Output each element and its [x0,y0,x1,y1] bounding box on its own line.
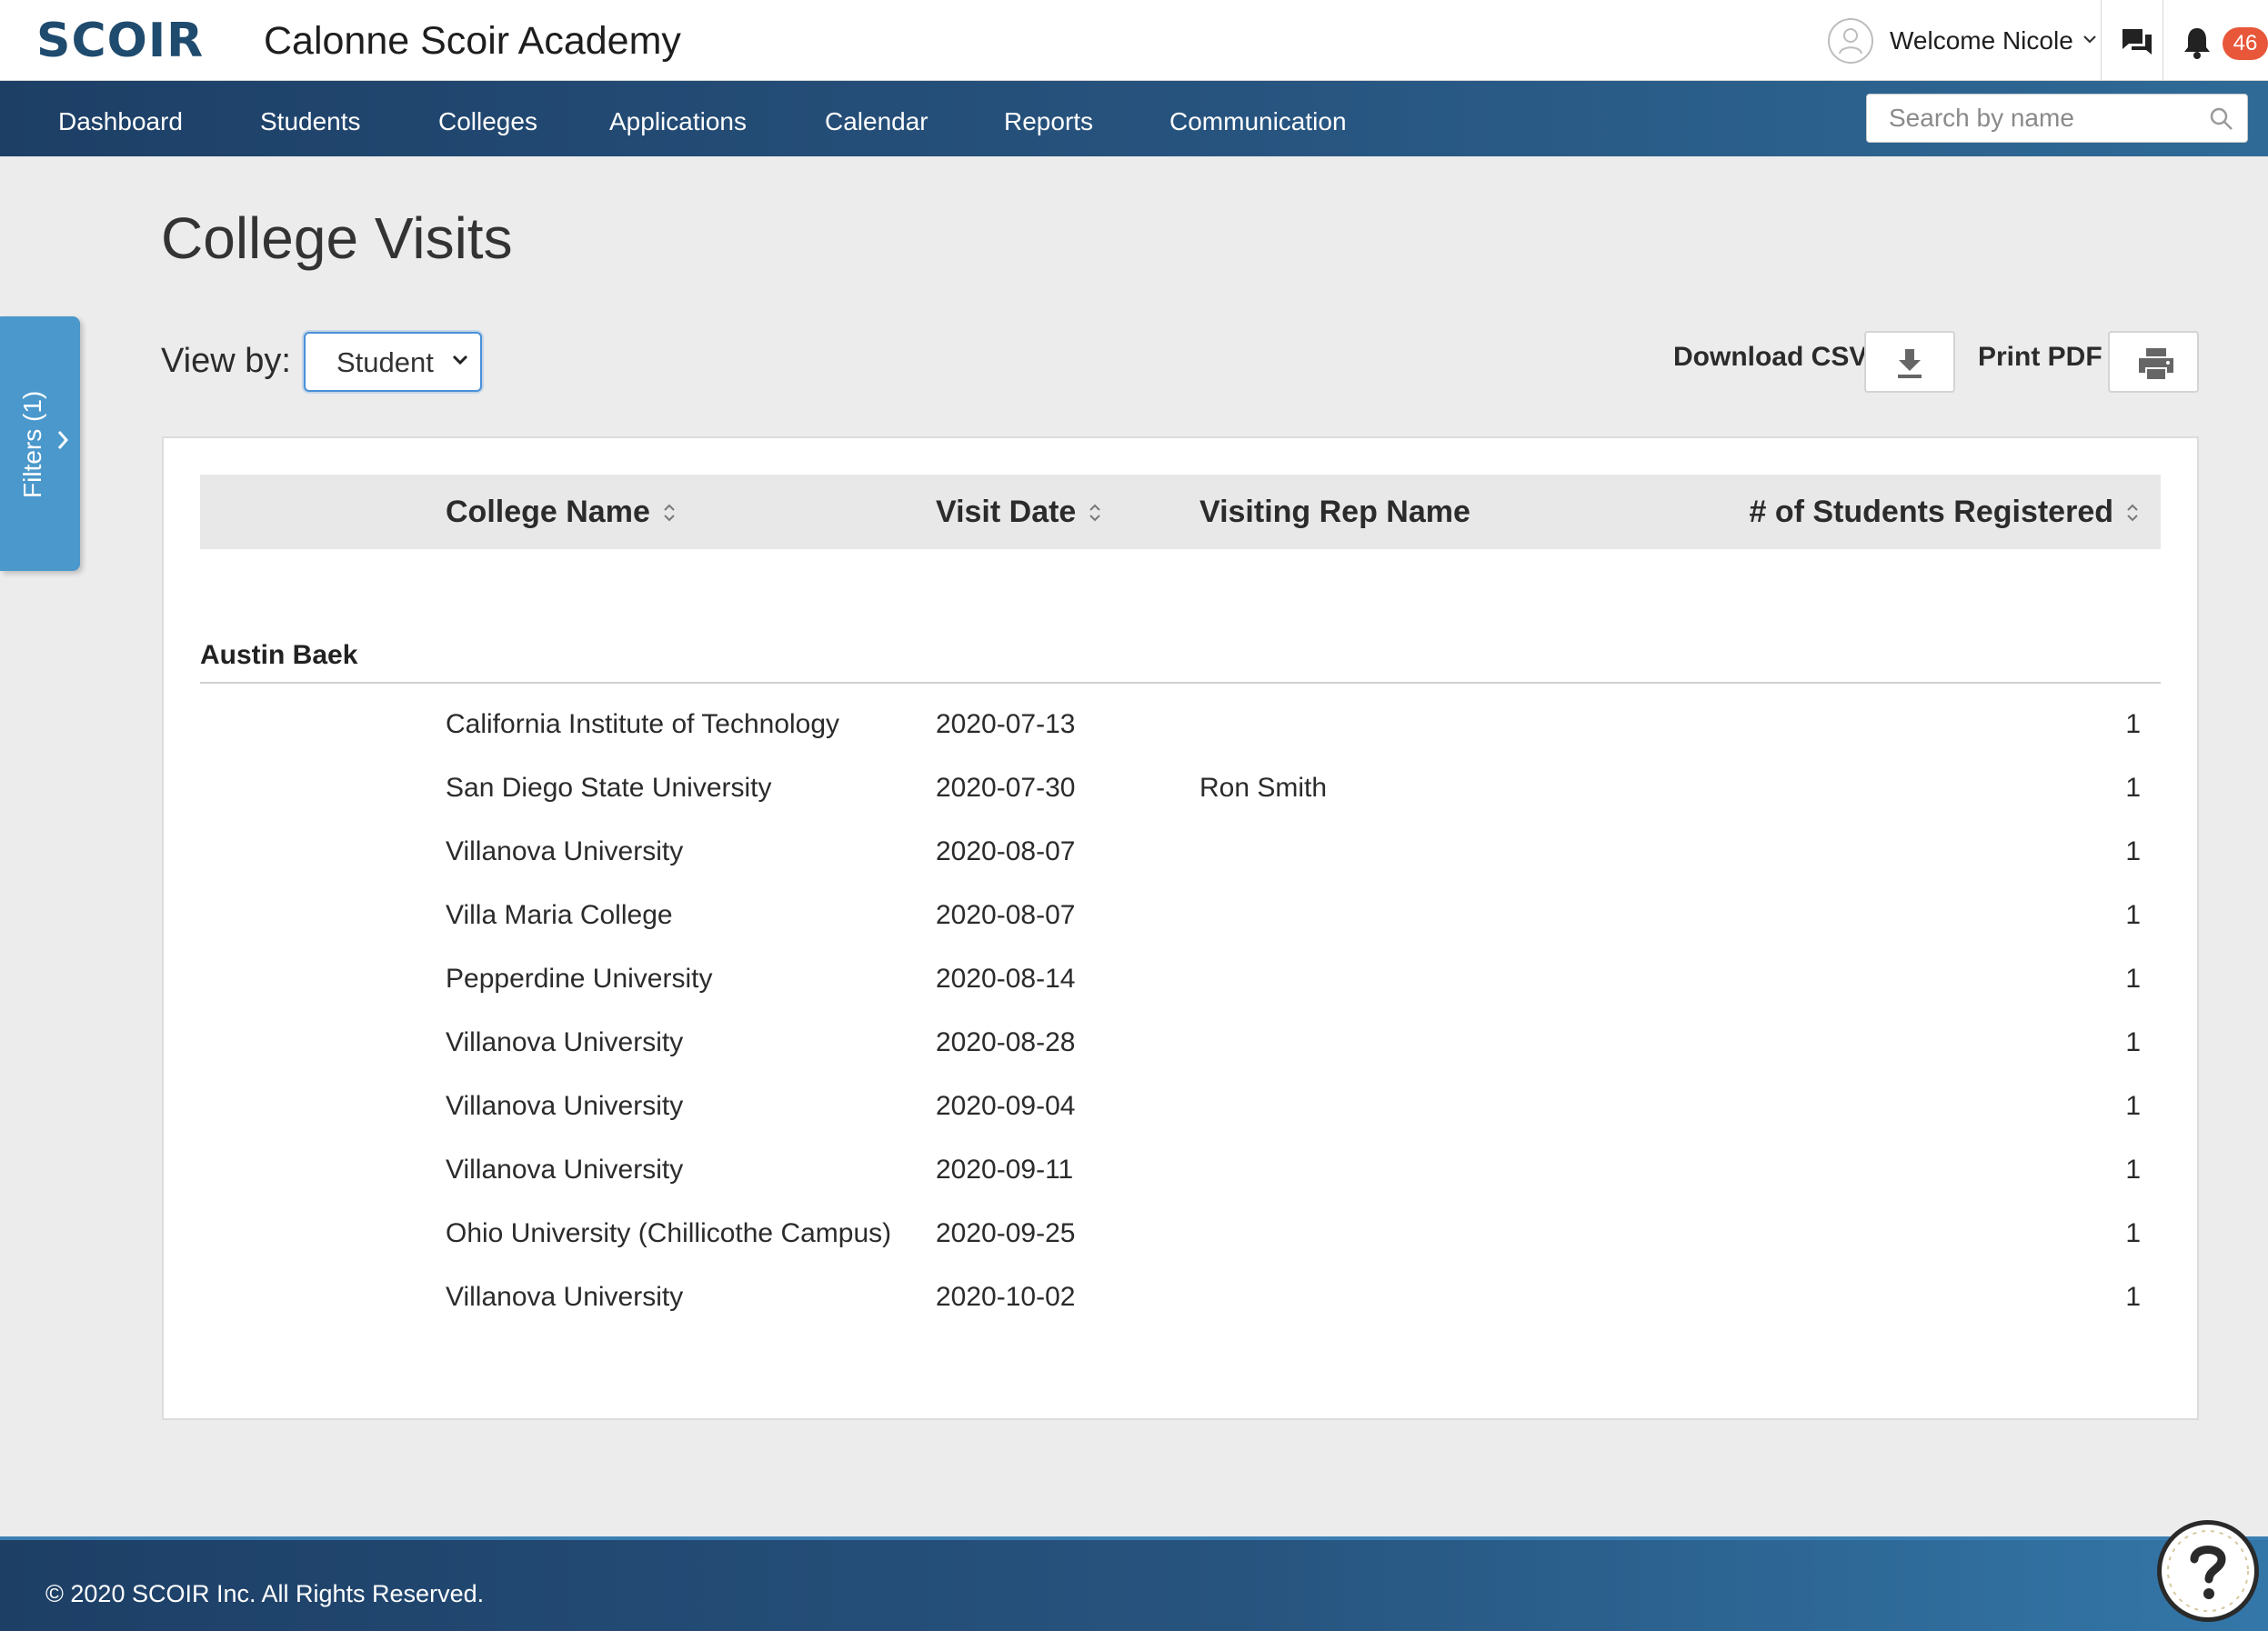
group-divider [200,682,2161,684]
cell-count: 1 [2125,1091,2141,1121]
cell-count: 1 [2125,964,2141,994]
cell-count: 1 [2125,1218,2141,1248]
column-header-visit-date[interactable]: Visit Date [936,475,1101,549]
column-header-rep: Visiting Rep Name [1199,495,1470,529]
filters-label: Filters (1) [18,390,46,498]
cell-college: Villanova University [446,1027,684,1057]
nav-applications[interactable]: Applications [609,81,747,156]
table-row: San Diego State University 2020-07-30 Ro… [164,765,2197,829]
cell-college: Villa Maria College [446,900,673,930]
table-body: California Institute of Technology 2020-… [164,702,2197,1338]
cell-visit-date: 2020-10-02 [936,1282,1076,1312]
column-header-students-registered[interactable]: # of Students Registered [1749,475,2139,549]
cell-visit-date: 2020-08-28 [936,1027,1076,1057]
search-box [1866,94,2248,143]
cell-count: 1 [2125,1027,2141,1057]
school-name: Calonne Scoir Academy [264,19,681,63]
table-row: Ohio University (Chillicothe Campus) 202… [164,1211,2197,1275]
filters-tab[interactable]: Filters (1) [0,316,80,571]
view-by-value: Student [336,346,434,378]
table-row: Villanova University 2020-09-04 1 [164,1084,2197,1147]
notification-badge[interactable]: 46 [2223,27,2268,60]
sort-icon[interactable] [2126,476,2139,551]
main-nav: Dashboard Students Colleges Applications… [0,81,2268,156]
bell-icon[interactable] [2183,25,2212,65]
nav-reports[interactable]: Reports [1004,81,1093,156]
cell-visit-date: 2020-07-13 [936,709,1076,739]
sort-icon[interactable] [1089,476,1101,551]
table-row: Villa Maria College 2020-08-07 1 [164,893,2197,956]
cell-college: Villanova University [446,1155,684,1185]
nav-dashboard[interactable]: Dashboard [58,81,183,156]
cell-college: Pepperdine University [446,964,713,994]
download-csv-label[interactable]: Download CSV [1673,342,1867,373]
search-icon[interactable] [2209,106,2234,136]
column-header-college[interactable]: College Name [446,475,676,549]
header-divider [2101,0,2102,81]
cell-count: 1 [2125,709,2141,739]
cell-visit-date: 2020-09-25 [936,1218,1076,1248]
cell-college: Villanova University [446,1091,684,1121]
visits-table-card: College Name Visit Date Visiting Rep Nam… [162,436,2199,1420]
cell-count: 1 [2125,836,2141,866]
table-row: Villanova University 2020-09-11 1 [164,1147,2197,1211]
cell-visit-date: 2020-08-07 [936,900,1076,930]
chevron-right-icon [56,429,69,455]
search-input[interactable] [1867,95,2216,142]
cell-college: California Institute of Technology [446,709,840,739]
view-by-select[interactable]: Student [304,332,482,392]
chat-icon[interactable] [2121,27,2153,63]
group-student-name: Austin Baek [200,640,358,670]
table-row: Pepperdine University 2020-08-14 1 [164,956,2197,1020]
print-pdf-button[interactable] [2108,331,2199,393]
table-row: Villanova University 2020-08-28 1 [164,1020,2197,1084]
cell-visit-date: 2020-09-11 [936,1155,1074,1185]
table-row: Villanova University 2020-08-07 1 [164,829,2197,893]
cell-count: 1 [2125,900,2141,930]
cell-visit-date: 2020-08-07 [936,836,1076,866]
cell-rep: Ron Smith [1199,773,1328,803]
cell-college: Villanova University [446,836,684,866]
cell-college: San Diego State University [446,773,772,803]
chevron-down-icon [2082,33,2097,49]
cell-count: 1 [2125,1282,2141,1312]
view-by-label: View by: [161,342,291,380]
nav-communication[interactable]: Communication [1169,81,1347,156]
cell-visit-date: 2020-09-04 [936,1091,1076,1121]
sort-icon[interactable] [663,476,676,551]
footer: © 2020 SCOIR Inc. All Rights Reserved. [0,1536,2268,1631]
cell-visit-date: 2020-07-30 [936,773,1076,803]
cell-count: 1 [2125,1155,2141,1185]
nav-colleges[interactable]: Colleges [438,81,537,156]
help-button[interactable] [2157,1520,2259,1622]
page-title: College Visits [161,205,513,271]
cell-visit-date: 2020-08-14 [936,964,1076,994]
chevron-down-icon [451,354,469,371]
cell-college: Ohio University (Chillicothe Campus) [446,1218,892,1248]
nav-students[interactable]: Students [260,81,361,156]
cell-count: 1 [2125,773,2141,803]
scoir-logo[interactable]: SCOIR [36,12,204,70]
table-header: College Name Visit Date Visiting Rep Nam… [200,475,2161,549]
copyright-text: © 2020 SCOIR Inc. All Rights Reserved. [45,1580,485,1607]
print-pdf-label[interactable]: Print PDF [1978,342,2102,373]
table-row: California Institute of Technology 2020-… [164,702,2197,765]
table-row: Villanova University 2020-10-02 1 [164,1275,2197,1338]
nav-calendar[interactable]: Calendar [825,81,928,156]
download-csv-button[interactable] [1864,331,1955,393]
top-header: SCOIR Calonne Scoir Academy Welcome Nico… [0,0,2268,81]
user-icon [1828,18,1873,64]
welcome-text: Welcome Nicole [1890,26,2073,55]
user-menu[interactable]: Welcome Nicole [1828,16,2097,65]
cell-college: Villanova University [446,1282,684,1312]
